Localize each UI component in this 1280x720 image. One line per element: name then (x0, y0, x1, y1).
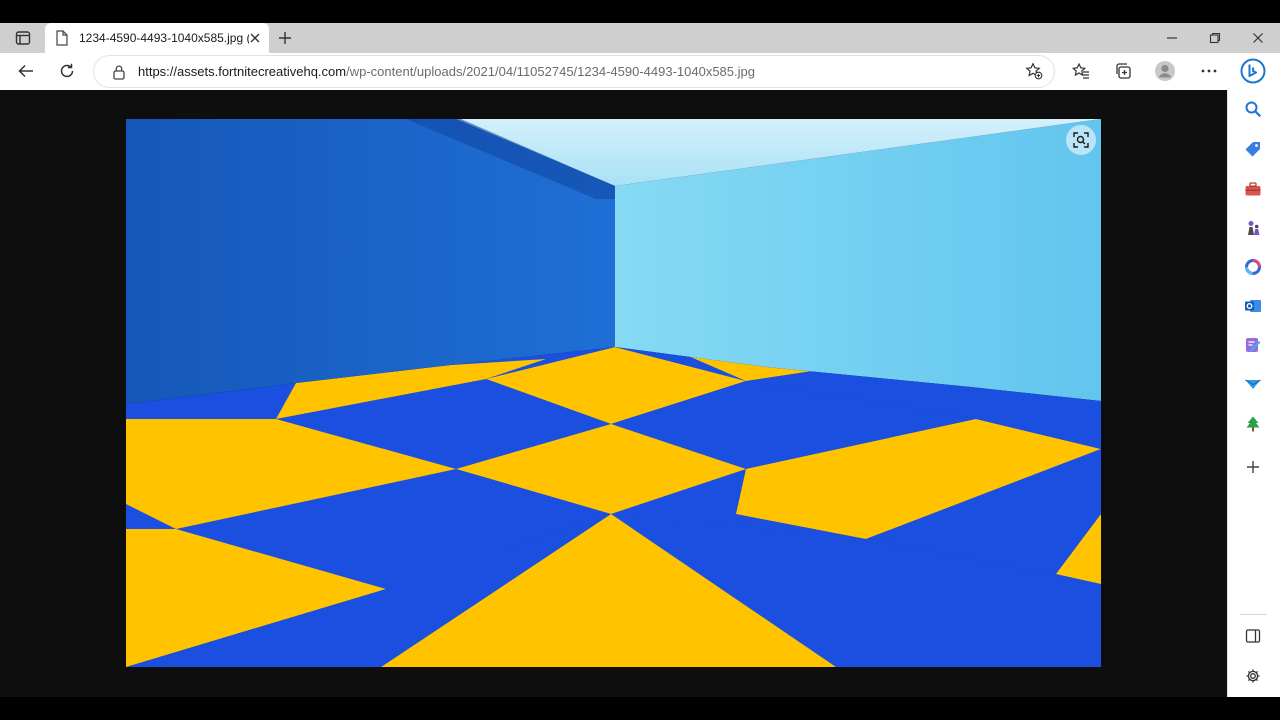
gear-icon (1246, 669, 1260, 683)
copilot-icon (1240, 58, 1266, 84)
profile-button[interactable] (1151, 57, 1179, 85)
restore-icon (1209, 32, 1221, 44)
sidebar-m365-button[interactable] (1239, 253, 1267, 281)
sidebar-panel-icon (1245, 629, 1261, 643)
designer-icon (1246, 338, 1261, 352)
favorites-icon (1072, 62, 1089, 79)
close-icon (1253, 33, 1263, 43)
sidebar-add-button[interactable] (1239, 453, 1267, 481)
plus-icon (1247, 461, 1259, 473)
arrow-left-icon (18, 64, 33, 78)
refresh-button[interactable] (53, 57, 81, 85)
letterbox-bottom (0, 697, 1280, 720)
sidebar-games-button[interactable] (1239, 214, 1267, 242)
tab-title: 1234-4590-4493-1040x585.jpg (1 (79, 31, 249, 45)
star-add-icon (1025, 62, 1043, 80)
add-favorite-button[interactable] (1020, 57, 1048, 85)
close-window-button[interactable] (1244, 24, 1272, 52)
plus-icon (279, 32, 291, 44)
sidebar-tree-button[interactable] (1239, 410, 1267, 438)
search-icon (1245, 101, 1262, 118)
url-path: /wp-content/uploads/2021/04/11052745/123… (346, 64, 755, 79)
visual-search-button[interactable] (1066, 125, 1096, 155)
collections-button[interactable] (1109, 57, 1137, 85)
sidebar-shopping-button[interactable] (1239, 135, 1267, 163)
sidebar-search-button[interactable] (1239, 95, 1267, 123)
new-tab-button[interactable] (271, 24, 299, 52)
profile-icon (1155, 61, 1175, 81)
sidebar-divider (1240, 614, 1267, 615)
active-tab[interactable]: 1234-4590-4493-1040x585.jpg (1 (45, 23, 269, 53)
document-icon (56, 30, 68, 46)
sidebar-designer-button[interactable] (1239, 331, 1267, 359)
tree-icon (1246, 416, 1260, 432)
chess-icon (1248, 221, 1260, 235)
collections-icon (1116, 63, 1131, 79)
sidebar-tools-button[interactable] (1239, 175, 1267, 203)
sidebar-toggle-button[interactable] (1239, 622, 1267, 650)
minimize-button[interactable] (1158, 24, 1186, 52)
url-text[interactable]: https://assets.fortnitecreativehq.com/wp… (138, 64, 755, 79)
visual-search-icon (1073, 132, 1089, 148)
url-host: https://assets.fortnitecreativehq.com (138, 64, 347, 79)
shopping-tag-icon (1245, 142, 1260, 157)
letterbox-top (0, 0, 1280, 23)
copilot-button[interactable] (1239, 57, 1267, 85)
displayed-image[interactable] (126, 119, 1101, 667)
outlook-icon (1245, 300, 1261, 312)
more-button[interactable] (1195, 57, 1223, 85)
microsoft-365-icon (1245, 259, 1261, 275)
sidebar-outlook-button[interactable] (1239, 292, 1267, 320)
minimize-icon (1167, 37, 1177, 39)
close-tab-icon[interactable] (249, 32, 261, 44)
sidebar-settings-button[interactable] (1239, 662, 1267, 690)
sidebar-drop-button[interactable] (1239, 370, 1267, 398)
toolbox-icon (1245, 182, 1261, 196)
tab-actions-icon (15, 31, 31, 45)
refresh-icon (60, 63, 74, 78)
favorites-button[interactable] (1067, 57, 1095, 85)
send-icon (1245, 379, 1261, 389)
restore-button[interactable] (1201, 24, 1229, 52)
tab-actions-button[interactable] (9, 24, 37, 52)
back-button[interactable] (12, 57, 40, 85)
address-bar[interactable]: https://assets.fortnitecreativehq.com/wp… (94, 56, 1054, 87)
lock-icon[interactable] (110, 63, 128, 81)
ellipsis-icon (1201, 69, 1217, 73)
